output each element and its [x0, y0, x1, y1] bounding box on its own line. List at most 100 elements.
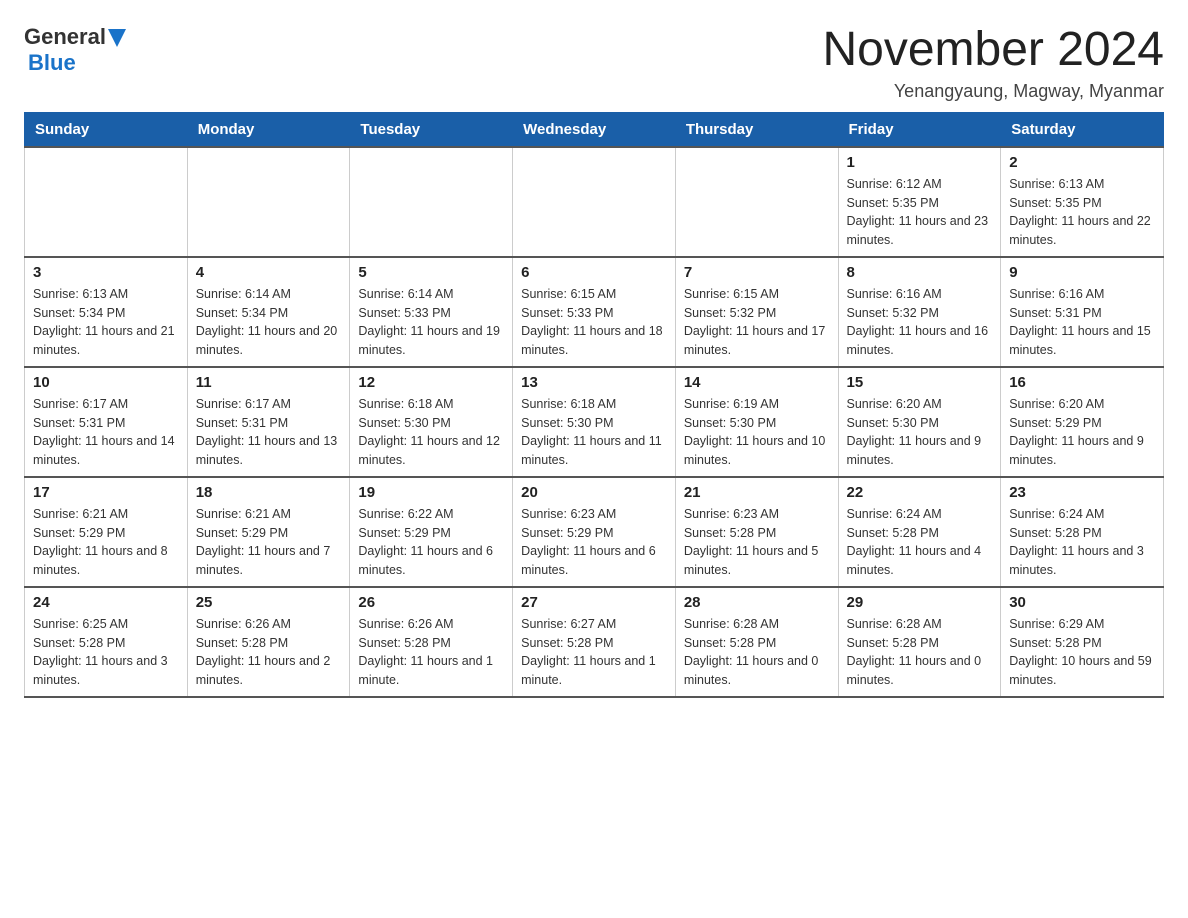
calendar-cell: 18 Sunrise: 6:21 AM Sunset: 5:29 PM Dayli…	[187, 477, 350, 587]
day-info: Sunrise: 6:15 AM Sunset: 5:32 PM Dayligh…	[684, 285, 830, 360]
day-number: 30	[1009, 594, 1155, 611]
day-info: Sunrise: 6:16 AM Sunset: 5:32 PM Dayligh…	[847, 285, 993, 360]
day-number: 26	[358, 594, 504, 611]
calendar-cell: 1 Sunrise: 6:12 AM Sunset: 5:35 PM Daylig…	[838, 147, 1001, 257]
day-number: 5	[358, 264, 504, 281]
day-number: 22	[847, 484, 993, 501]
day-number: 8	[847, 264, 993, 281]
day-info: Sunrise: 6:20 AM Sunset: 5:30 PM Dayligh…	[847, 395, 993, 470]
day-info: Sunrise: 6:29 AM Sunset: 5:28 PM Dayligh…	[1009, 615, 1155, 690]
calendar-cell: 10Sunrise: 6:17 AM Sunset: 5:31 PM Dayli…	[25, 367, 188, 477]
day-info: Sunrise: 6:24 AM Sunset: 5:28 PM Dayligh…	[1009, 505, 1155, 580]
calendar-cell: 25Sunrise: 6:26 AM Sunset: 5:28 PM Dayli…	[187, 587, 350, 697]
day-info: Sunrise: 6:14 AM Sunset: 5:33 PM Dayligh…	[358, 285, 504, 360]
calendar-cell: 4Sunrise: 6:14 AM Sunset: 5:34 PM Daylig…	[187, 257, 350, 367]
calendar-header-wednesday: Wednesday	[513, 112, 676, 147]
day-number: 25	[196, 594, 342, 611]
calendar-cell: 2 Sunrise: 6:13 AM Sunset: 5:35 PM Daylig…	[1001, 147, 1164, 257]
calendar-header-friday: Friday	[838, 112, 1001, 147]
calendar-week-1: 1 Sunrise: 6:12 AM Sunset: 5:35 PM Daylig…	[25, 147, 1164, 257]
day-number: 28	[684, 594, 830, 611]
calendar-cell: 14 Sunrise: 6:19 AM Sunset: 5:30 PM Dayli…	[675, 367, 838, 477]
logo: General Blue	[24, 24, 126, 76]
calendar-cell: 21 Sunrise: 6:23 AM Sunset: 5:28 PM Dayli…	[675, 477, 838, 587]
calendar-header-row: SundayMondayTuesdayWednesdayThursdayFrid…	[25, 112, 1164, 147]
location-subtitle: Yenangyaung, Magway, Myanmar	[822, 81, 1164, 102]
day-number: 2	[1009, 154, 1155, 171]
calendar-cell: 24 Sunrise: 6:25 AM Sunset: 5:28 PM Dayli…	[25, 587, 188, 697]
calendar-cell: 19 Sunrise: 6:22 AM Sunset: 5:29 PM Dayli…	[350, 477, 513, 587]
day-number: 24	[33, 594, 179, 611]
day-info: Sunrise: 6:23 AM Sunset: 5:28 PM Dayligh…	[684, 505, 830, 580]
day-number: 11	[196, 374, 342, 391]
day-info: Sunrise: 6:17 AM Sunset: 5:31 PM Dayligh…	[196, 395, 342, 470]
calendar-header-sunday: Sunday	[25, 112, 188, 147]
calendar-table: SundayMondayTuesdayWednesdayThursdayFrid…	[24, 112, 1164, 698]
day-number: 10	[33, 374, 179, 391]
day-info: Sunrise: 6:23 AM Sunset: 5:29 PM Dayligh…	[521, 505, 667, 580]
day-number: 16	[1009, 374, 1155, 391]
calendar-cell	[187, 147, 350, 257]
day-info: Sunrise: 6:26 AM Sunset: 5:28 PM Dayligh…	[358, 615, 504, 690]
calendar-cell: 28 Sunrise: 6:28 AM Sunset: 5:28 PM Dayli…	[675, 587, 838, 697]
day-number: 18	[196, 484, 342, 501]
day-number: 20	[521, 484, 667, 501]
calendar-cell: 6 Sunrise: 6:15 AM Sunset: 5:33 PM Daylig…	[513, 257, 676, 367]
calendar-cell: 29 Sunrise: 6:28 AM Sunset: 5:28 PM Dayli…	[838, 587, 1001, 697]
day-info: Sunrise: 6:27 AM Sunset: 5:28 PM Dayligh…	[521, 615, 667, 690]
page-header: General Blue November 2024 Yenangyaung, …	[24, 24, 1164, 102]
logo-blue-text: Blue	[28, 50, 76, 76]
calendar-header-monday: Monday	[187, 112, 350, 147]
day-info: Sunrise: 6:13 AM Sunset: 5:35 PM Dayligh…	[1009, 175, 1155, 250]
calendar-week-3: 10 Sunrise: 6:17 AM Sunset: 5:31 PM Dayli…	[25, 367, 1164, 477]
logo-general-text: General	[24, 24, 106, 50]
day-info: Sunrise: 6:15 AM Sunset: 5:33 PM Dayligh…	[521, 285, 667, 360]
calendar-cell: 22 Sunrise: 6:24 AM Sunset: 5:28 PM Dayli…	[838, 477, 1001, 587]
calendar-cell: 8 Sunrise: 6:16 AM Sunset: 5:32 PM Daylig…	[838, 257, 1001, 367]
day-info: Sunrise: 6:19 AM Sunset: 5:30 PM Dayligh…	[684, 395, 830, 470]
calendar-cell: 23 Sunrise: 6:24 AM Sunset: 5:28 PM Dayli…	[1001, 477, 1164, 587]
day-info: Sunrise: 6:13 AM Sunset: 5:34 PM Dayligh…	[33, 285, 179, 360]
day-number: 19	[358, 484, 504, 501]
calendar-week-4: 17Sunrise: 6:21 AM Sunset: 5:29 PM Dayli…	[25, 477, 1164, 587]
calendar-cell	[350, 147, 513, 257]
calendar-cell: 17Sunrise: 6:21 AM Sunset: 5:29 PM Dayli…	[25, 477, 188, 587]
day-info: Sunrise: 6:22 AM Sunset: 5:29 PM Dayligh…	[358, 505, 504, 580]
day-number: 1	[847, 154, 993, 171]
day-number: 21	[684, 484, 830, 501]
calendar-cell: 5 Sunrise: 6:14 AM Sunset: 5:33 PM Daylig…	[350, 257, 513, 367]
day-number: 29	[847, 594, 993, 611]
day-info: Sunrise: 6:20 AM Sunset: 5:29 PM Dayligh…	[1009, 395, 1155, 470]
calendar-week-5: 24 Sunrise: 6:25 AM Sunset: 5:28 PM Dayli…	[25, 587, 1164, 697]
day-number: 6	[521, 264, 667, 281]
day-number: 12	[358, 374, 504, 391]
day-number: 13	[521, 374, 667, 391]
day-info: Sunrise: 6:24 AM Sunset: 5:28 PM Dayligh…	[847, 505, 993, 580]
calendar-header-thursday: Thursday	[675, 112, 838, 147]
day-number: 14	[684, 374, 830, 391]
day-info: Sunrise: 6:12 AM Sunset: 5:35 PM Dayligh…	[847, 175, 993, 250]
calendar-cell	[25, 147, 188, 257]
day-info: Sunrise: 6:25 AM Sunset: 5:28 PM Dayligh…	[33, 615, 179, 690]
calendar-header-saturday: Saturday	[1001, 112, 1164, 147]
day-info: Sunrise: 6:28 AM Sunset: 5:28 PM Dayligh…	[684, 615, 830, 690]
day-info: Sunrise: 6:28 AM Sunset: 5:28 PM Dayligh…	[847, 615, 993, 690]
calendar-cell: 27 Sunrise: 6:27 AM Sunset: 5:28 PM Dayli…	[513, 587, 676, 697]
day-info: Sunrise: 6:18 AM Sunset: 5:30 PM Dayligh…	[521, 395, 667, 470]
calendar-cell: 7Sunrise: 6:15 AM Sunset: 5:32 PM Daylig…	[675, 257, 838, 367]
day-number: 23	[1009, 484, 1155, 501]
calendar-header-tuesday: Tuesday	[350, 112, 513, 147]
day-info: Sunrise: 6:14 AM Sunset: 5:34 PM Dayligh…	[196, 285, 342, 360]
calendar-week-2: 3 Sunrise: 6:13 AM Sunset: 5:34 PM Daylig…	[25, 257, 1164, 367]
calendar-cell: 30 Sunrise: 6:29 AM Sunset: 5:28 PM Dayli…	[1001, 587, 1164, 697]
calendar-cell: 15Sunrise: 6:20 AM Sunset: 5:30 PM Dayli…	[838, 367, 1001, 477]
title-area: November 2024 Yenangyaung, Magway, Myanm…	[822, 24, 1164, 102]
day-number: 3	[33, 264, 179, 281]
calendar-cell	[675, 147, 838, 257]
day-number: 27	[521, 594, 667, 611]
calendar-cell: 9Sunrise: 6:16 AM Sunset: 5:31 PM Daylig…	[1001, 257, 1164, 367]
day-info: Sunrise: 6:18 AM Sunset: 5:30 PM Dayligh…	[358, 395, 504, 470]
calendar-cell: 26 Sunrise: 6:26 AM Sunset: 5:28 PM Dayli…	[350, 587, 513, 697]
calendar-cell: 12 Sunrise: 6:18 AM Sunset: 5:30 PM Dayli…	[350, 367, 513, 477]
day-info: Sunrise: 6:21 AM Sunset: 5:29 PM Dayligh…	[196, 505, 342, 580]
